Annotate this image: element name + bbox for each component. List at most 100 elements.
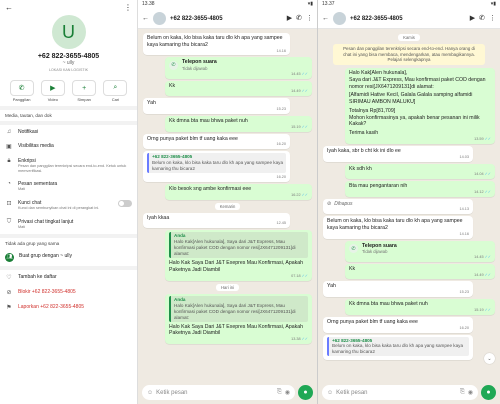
message-bubble-out[interactable]: Kk dmna bta mau bhwa paket nuh 15.19✓✓ xyxy=(345,299,495,315)
message-text: Iyah kkaa xyxy=(147,214,170,221)
camera-icon[interactable]: ◉ xyxy=(468,389,473,396)
message-time: 14.16 xyxy=(327,232,469,237)
video-call-icon[interactable]: ▶ xyxy=(470,15,475,22)
message-bubble-in[interactable]: Orng punya paket blm tf uang kaka eee 16.… xyxy=(143,133,290,150)
phone-icon[interactable]: ✆ xyxy=(296,15,302,22)
message-bubble-in[interactable]: ⊘ Dihapus 14.13 xyxy=(323,198,473,215)
message-list: Belum on kaka, klo bisa kaka taru dlo kh… xyxy=(138,29,317,381)
message-bubble-in[interactable]: Orng punya paket blm tf uang kaka eee 16.… xyxy=(323,316,473,333)
message-text: Bta mau pengantaran nih xyxy=(349,183,408,190)
message-bubble-in[interactable]: Yah 15.23 xyxy=(323,281,473,298)
call-action-button[interactable]: ✆ Panggilan xyxy=(9,80,34,102)
save-contact-button[interactable]: + Simpan xyxy=(72,80,97,102)
message-bubble-out[interactable]: Anda Halo Kak[Alen hukunala], Saya dari J… xyxy=(165,293,312,344)
message-text: Belum on kaka, klo bisa kaka taru dlo kh… xyxy=(327,218,463,232)
emoji-icon[interactable]: ☺ xyxy=(147,390,153,396)
attach-icon[interactable]: ⎘ xyxy=(277,389,282,396)
message-input[interactable]: ☺ Ketik pesan ⎘ ◉ xyxy=(322,385,478,400)
message-bubble-in[interactable]: +62 822-3655-4805 Belum on kaka, klo bisa… xyxy=(143,151,290,183)
more-options-icon[interactable]: ⋮ xyxy=(306,15,313,22)
video-action-button[interactable]: ▶ Video xyxy=(40,80,65,102)
bell-icon: ♫ xyxy=(6,129,12,135)
media-links-docs[interactable]: Media, tautan, dan dok xyxy=(0,110,137,121)
message-bubble-in[interactable]: Iyah kaka, sbr b cht kk ini dlo ee 14.03 xyxy=(323,145,473,162)
media-visibility-row[interactable]: ▣ Visibilitas media xyxy=(0,139,137,154)
chat-title[interactable]: +62 822-3655-4805 xyxy=(170,16,283,22)
add-person-icon: + xyxy=(72,80,97,96)
advanced-privacy-row[interactable]: ⛉ Privasi chat tingkat lanjut Mati xyxy=(0,215,137,234)
disappearing-messages-row[interactable]: ◔ Pesan sementara Mati xyxy=(0,177,137,196)
message-text: Dihapus xyxy=(334,200,353,207)
message-input[interactable]: ☺ Ketik pesan ⎘ ◉ xyxy=(142,385,295,400)
avatar[interactable] xyxy=(333,12,346,25)
row-label: Notifikasi xyxy=(18,129,39,135)
avatar[interactable] xyxy=(153,12,166,25)
message-time: 14.16 xyxy=(147,49,286,54)
chat-title[interactable]: +62 822-3655-4805 xyxy=(350,16,466,22)
chat-lock-row[interactable]: ⊡ Kunci chat Kunci dan sembunyikan chat in… xyxy=(0,196,137,215)
back-arrow-icon[interactable]: ← xyxy=(142,15,149,22)
quoted-message[interactable]: Anda Halo Kak[Alen hukunala], Saya dari J… xyxy=(169,232,308,259)
more-options-icon[interactable]: ⋮ xyxy=(124,3,132,12)
message-bubble-in[interactable]: Iyah kkaa 12.45 xyxy=(143,212,290,229)
emoji-icon[interactable]: ☺ xyxy=(327,390,333,396)
message-bubble-out[interactable]: ✆ Telepon suara Tidak dijawab 14.45✓✓ xyxy=(345,240,495,262)
read-ticks-icon: ✓✓ xyxy=(301,273,308,278)
create-group-row[interactable]: 👥︎ Buat grup dengan ~ ully xyxy=(0,249,137,266)
row-label: Buat grup dengan ~ ully xyxy=(19,252,72,259)
message-text: Totalnya Rp[81,709] xyxy=(349,107,396,114)
message-time: 16.20 xyxy=(147,142,286,147)
back-arrow-icon[interactable]: ← xyxy=(322,15,329,22)
search-action-button[interactable]: ⌕ Cari xyxy=(103,80,128,102)
message-bubble-in[interactable]: Yah 15.23 xyxy=(143,98,290,114)
save-action-label: Simpan xyxy=(77,97,91,102)
call-status: Tidak dijawab xyxy=(182,66,208,72)
more-options-icon[interactable]: ⋮ xyxy=(489,15,496,22)
message-bubble-out[interactable]: Kk 14.49✓✓ xyxy=(345,263,495,280)
message-bubble-out[interactable]: Kk sdh kh 14.04✓✓ xyxy=(345,163,495,180)
camera-icon[interactable]: ◉ xyxy=(285,389,290,396)
message-text: Kk xyxy=(169,82,176,89)
message-text: Orng punya paket blm tf uang kaka eee xyxy=(147,135,238,142)
notifications-row[interactable]: ♫ Notifikasi xyxy=(0,125,137,139)
message-time-value: 15.19 xyxy=(474,307,484,312)
message-bubble-in[interactable]: Belum on kaka, klo bisa kaka taru dlo kh… xyxy=(323,216,473,239)
group-icon: 👥︎ xyxy=(5,252,14,262)
message-text: Kk dmna bta mau bhwa paket nuh xyxy=(169,117,248,124)
quoted-message[interactable]: +62 822-3655-4805 Belum on kaka, klo bisa… xyxy=(327,336,469,357)
contact-avatar[interactable]: U xyxy=(51,15,86,49)
quoted-message[interactable]: +62 822-3655-4805 Belum on kaka, klo bisa… xyxy=(147,153,286,174)
phone-icon[interactable]: ✆ xyxy=(479,15,485,22)
message-bubble-out[interactable]: ✆ Telepon suara Tidak dijawab 14.45✓✓ xyxy=(165,57,312,79)
message-bubble-out[interactable]: Anda Halo Kak[Alen hukunala], Saya dari J… xyxy=(165,230,312,281)
back-arrow-icon[interactable]: ← xyxy=(5,3,13,12)
block-row[interactable]: ⊘ Blokir +62 822-3655-4805 xyxy=(0,285,137,300)
message-bubble-out[interactable]: Kk dmna bta mau bhwa paket nuh 15.19✓✓ xyxy=(165,115,312,132)
message-time-value: 16.20 xyxy=(276,142,286,147)
encryption-row[interactable]: 🔒︎ Enkripsi Pesan dan panggilan terenkrips… xyxy=(0,154,137,177)
encryption-notice[interactable]: Pesan dan panggilan terenkripsi secara e… xyxy=(333,44,485,66)
message-text: Klo besok sng ambe konfirmasi eee xyxy=(169,186,252,193)
video-call-icon[interactable]: ▶ xyxy=(287,15,292,22)
quoted-message[interactable]: Anda Halo Kak[Alen hukunala], Saya dari J… xyxy=(169,295,308,322)
message-bubble-in[interactable]: +62 822-3655-4805 Belum on kaka, klo bisa… xyxy=(323,334,473,361)
message-time-value: 16.20 xyxy=(459,325,469,330)
report-row[interactable]: ⚑ Laporkan +62 822-3655-4805 xyxy=(0,300,137,315)
mic-icon[interactable]: ● xyxy=(298,385,313,400)
attach-icon[interactable]: ⎘ xyxy=(460,389,465,396)
chat-lock-toggle[interactable] xyxy=(118,200,132,208)
read-ticks-icon: ✓✓ xyxy=(484,172,491,177)
message-bubble-out[interactable]: Kk 14.49✓✓ xyxy=(165,80,312,97)
scroll-down-icon[interactable]: ⌄ xyxy=(484,353,495,364)
mic-icon[interactable]: ● xyxy=(481,385,496,400)
message-time: 15.19✓✓ xyxy=(349,308,491,313)
add-to-list-row[interactable]: ♡ Tambah ke daftar xyxy=(0,270,137,285)
message-time: 14.04✓✓ xyxy=(349,172,491,177)
clock: 13.37 xyxy=(322,1,335,7)
message-bubble-out[interactable]: Halo Kak[Alen hukunala], Saya dari J&T E… xyxy=(345,68,495,144)
message-bubble-out[interactable]: Klo besok sng ambe konfirmasi eee 16.22✓✓ xyxy=(165,184,312,200)
message-text: Kk dmna bta mau bhwa paket nuh xyxy=(349,301,428,308)
message-bubble-in[interactable]: Belum on kaka, klo bisa kaka taru dlo kh… xyxy=(143,33,290,56)
read-ticks-icon: ✓✓ xyxy=(484,189,491,194)
message-bubble-out[interactable]: Bta mau pengantaran nih 14.12✓✓ xyxy=(345,181,495,197)
